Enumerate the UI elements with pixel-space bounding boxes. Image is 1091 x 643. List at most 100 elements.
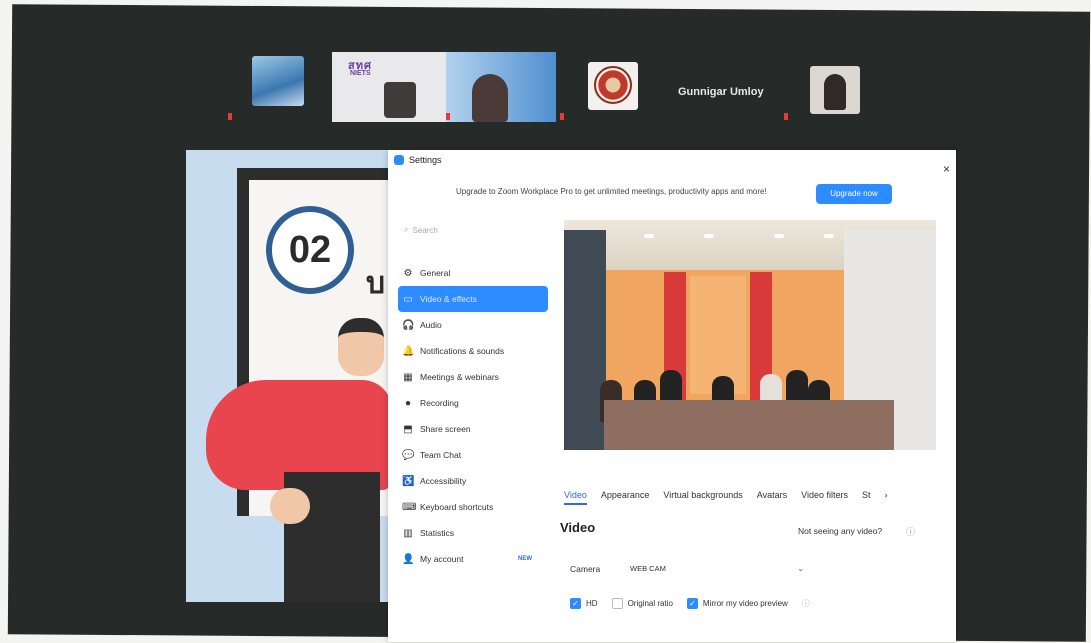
sidebar-item-label: General — [420, 268, 451, 278]
sidebar-item-label: Team Chat — [420, 450, 462, 460]
tab[interactable]: Virtual backgrounds — [663, 490, 742, 505]
sidebar-item-label: Meetings & webinars — [420, 372, 499, 382]
chevron-down-icon: ⌄ — [797, 563, 804, 573]
original-ratio-checkbox[interactable]: Original ratio — [611, 598, 673, 609]
sidebar-item-label: My account — [420, 554, 464, 564]
participant-video — [384, 82, 416, 118]
original-ratio-label: Original ratio — [627, 599, 673, 608]
preview-light — [644, 234, 654, 238]
sidebar-item[interactable]: ⬒ Share screen — [398, 416, 548, 442]
tab[interactable]: St — [862, 490, 871, 505]
search-icon: ⌕ — [404, 225, 409, 234]
photo-of-screen: สทศ NIETS Gunnigar Umloy 02 บ Settings ×… — [0, 0, 1091, 643]
headphones-icon: 🎧 — [402, 319, 415, 331]
sidebar-item-label: Accessibility — [420, 476, 467, 486]
title-bar: Settings — [388, 150, 956, 170]
recording-indicator — [560, 113, 564, 120]
sidebar-item[interactable]: 🔔 Notifications & sounds — [398, 338, 548, 364]
bell-icon: 🔔 — [402, 345, 415, 357]
recording-indicator — [784, 113, 788, 120]
statistics-icon: ▥ — [403, 527, 413, 539]
sidebar-item[interactable]: ⌨ Keyboard shortcuts — [398, 494, 548, 520]
video-icon: ▭ — [403, 293, 413, 305]
preview-light — [774, 234, 784, 238]
sidebar-item[interactable]: 💬 Team Chat — [398, 442, 548, 468]
zoom-logo-icon — [394, 155, 404, 165]
checkbox-unchecked-icon — [611, 598, 623, 609]
info-icon[interactable]: ⓘ — [802, 598, 810, 609]
participant-label — [228, 112, 235, 121]
sidebar-item[interactable]: ♿ Accessibility — [398, 468, 548, 494]
gear-icon: ⚙ — [403, 267, 413, 279]
sidebar-item[interactable]: 👤 My account NEW — [398, 546, 548, 572]
camera-label: Camera — [570, 564, 601, 574]
section-heading: Video — [560, 520, 596, 535]
preview-light — [704, 234, 714, 238]
help-icon[interactable]: ⓘ — [906, 525, 915, 538]
participant-label — [784, 112, 791, 121]
illustration-hand — [270, 488, 310, 524]
video-tabs: Video Appearance Virtual backgrounds Avatar… — [564, 490, 936, 505]
participant-video — [824, 74, 846, 110]
calendar-icon: ▦ — [403, 371, 413, 383]
sidebar-item[interactable]: ▦ Meetings & webinars — [398, 364, 548, 390]
sidebar-item-label: Keyboard shortcuts — [420, 502, 494, 512]
upgrade-text: Upgrade to Zoom Workplace Pro to get unl… — [456, 187, 767, 196]
camera-select-value: WEB CAM — [630, 563, 666, 573]
window-title: Settings — [409, 155, 442, 165]
recording-indicator — [228, 113, 232, 120]
close-button[interactable]: × — [943, 162, 950, 176]
checkbox-checked-icon: ✓ — [570, 598, 581, 609]
tab[interactable]: Appearance — [601, 490, 650, 505]
preview-table — [604, 400, 894, 450]
camera-select[interactable]: WEB CAM ⌄ — [624, 558, 804, 578]
tab[interactable]: Video filters — [801, 490, 848, 505]
checkbox-checked-icon: ✓ — [686, 598, 698, 609]
upgrade-now-button[interactable]: Upgrade now — [816, 184, 892, 204]
sidebar-item[interactable]: ⚙ General — [398, 260, 548, 286]
hd-label: HD — [586, 599, 598, 608]
seal-logo — [594, 66, 632, 104]
settings-window: Settings × Upgrade to Zoom Workplace Pro… — [388, 150, 956, 642]
sidebar-item[interactable]: 🎧 Audio — [398, 312, 548, 338]
illustration-head — [338, 318, 384, 376]
keyboard-icon: ⌨ — [402, 501, 417, 513]
settings-sidebar: ⌕ Search ⚙ General ▭ Video & effects 🎧 Audio 🔔… — [398, 222, 548, 572]
sidebar-item-label: Audio — [420, 320, 442, 330]
participant-label — [560, 112, 567, 121]
participant-name: Gunnigar Umloy — [678, 86, 764, 98]
search-input[interactable]: ⌕ Search — [398, 222, 548, 238]
accessibility-icon: ♿ — [402, 475, 415, 487]
share-screen-icon: ⬒ — [403, 423, 413, 435]
sidebar-item-label: Video & effects — [420, 294, 477, 304]
hd-checkbox[interactable]: ✓ HD — [570, 598, 598, 609]
niets-logo-sub: NIETS — [350, 70, 371, 77]
recording-indicator — [446, 113, 450, 120]
mirror-video-checkbox[interactable]: ✓ Mirror my video preview — [686, 598, 788, 609]
slide-title-letter: บ — [366, 267, 386, 300]
preview-light — [824, 234, 834, 238]
video-preview — [564, 220, 936, 450]
mirror-video-label: Mirror my video preview — [702, 599, 788, 608]
record-icon: ● — [404, 397, 412, 409]
participant-tile-niets[interactable]: สทศ NIETS — [332, 52, 446, 122]
sidebar-item[interactable]: ▥ Statistics — [398, 520, 548, 546]
account-icon: 👤 — [402, 553, 415, 565]
participant-tile-seal[interactable] — [588, 62, 638, 110]
sidebar-item-label: Share screen — [420, 424, 471, 434]
new-badge: NEW — [518, 556, 532, 562]
search-placeholder: Search — [412, 225, 438, 235]
slide-number-badge: 02 — [266, 206, 354, 294]
participant-tile[interactable] — [810, 66, 860, 114]
participant-tile[interactable] — [252, 56, 304, 106]
tab[interactable]: Video — [564, 490, 587, 505]
sidebar-item[interactable]: ● Recording — [398, 390, 548, 416]
not-seeing-video-link[interactable]: Not seeing any video? — [798, 526, 882, 536]
chat-icon: 💬 — [402, 449, 415, 461]
chevron-right-icon[interactable]: › — [885, 490, 888, 505]
tab[interactable]: Avatars — [757, 490, 787, 505]
participant-tile[interactable] — [446, 52, 556, 122]
participant-video — [472, 74, 508, 122]
sidebar-item-label: Recording — [420, 398, 459, 408]
sidebar-item[interactable]: ▭ Video & effects — [398, 286, 548, 312]
